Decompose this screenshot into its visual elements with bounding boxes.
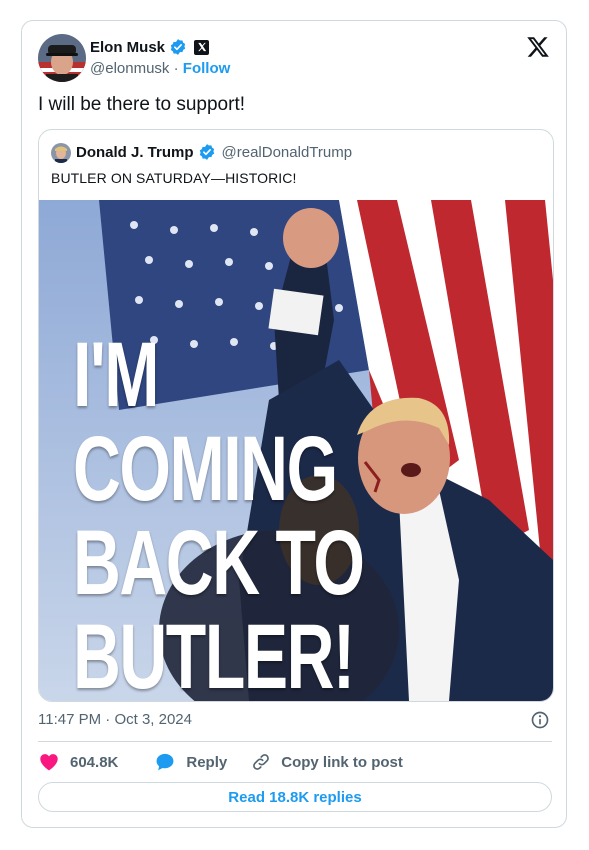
tweet-text: I will be there to support! [38,94,245,115]
quoted-tweet[interactable]: Donald J. Trump @realDonaldTrump BUTLER … [38,129,554,702]
reply-button[interactable]: Reply [154,751,227,773]
x-affiliation-icon [194,39,210,55]
verified-badge-icon [169,38,187,56]
link-icon [253,754,270,770]
author-handle-row: @elonmusk · Follow [90,60,230,77]
quoted-tweet-text: BUTLER ON SATURDAY—HISTORIC! [51,170,297,186]
follow-button[interactable]: Follow [183,60,231,77]
handle-separator: · [173,60,183,77]
quoted-author-row: Donald J. Trump @realDonaldTrump [76,143,352,161]
like-count: 604.8K [70,753,119,771]
author-name[interactable]: Elon Musk [90,39,165,56]
reply-bubble-icon [156,753,174,771]
tweet-card: Elon Musk @elonmusk · Follow I will be t… [21,20,567,828]
quoted-author-avatar[interactable] [51,143,71,163]
author-handle[interactable]: @elonmusk [90,60,169,77]
divider [38,741,552,742]
author-name-row: Elon Musk [90,38,210,56]
image-headline-line-1: I'M [73,324,159,426]
image-headline-line-2: COMING [73,418,338,520]
image-headline: I'M COMING BACK TO BUTLER! [73,324,365,701]
quoted-author-handle[interactable]: @realDonaldTrump [222,144,353,161]
action-bar: 604.8K Reply Copy link to post [38,751,403,773]
tweet-time: 11:47 PM [38,711,102,728]
quoted-author-name[interactable]: Donald J. Trump [76,144,194,161]
image-headline-line-3: BACK TO [73,512,365,614]
heart-icon [40,754,58,771]
info-icon[interactable] [530,710,550,730]
copy-link-label: Copy link to post [281,753,403,771]
x-logo-icon[interactable] [526,35,550,59]
read-replies-button[interactable]: Read 18.8K replies [38,782,552,812]
reply-label: Reply [186,753,228,771]
tweet-timestamp[interactable]: 11:47 PM · Oct 3, 2024 [38,711,192,728]
verified-badge-icon [198,143,216,161]
like-button[interactable]: 604.8K [38,751,118,773]
author-avatar[interactable] [38,34,86,82]
image-headline-line-4: BUTLER! [73,606,355,701]
quoted-tweet-image[interactable]: I'M COMING BACK TO BUTLER! [39,200,553,701]
tweet-date: Oct 3, 2024 [114,711,192,728]
copy-link-button[interactable]: Copy link to post [251,752,403,772]
